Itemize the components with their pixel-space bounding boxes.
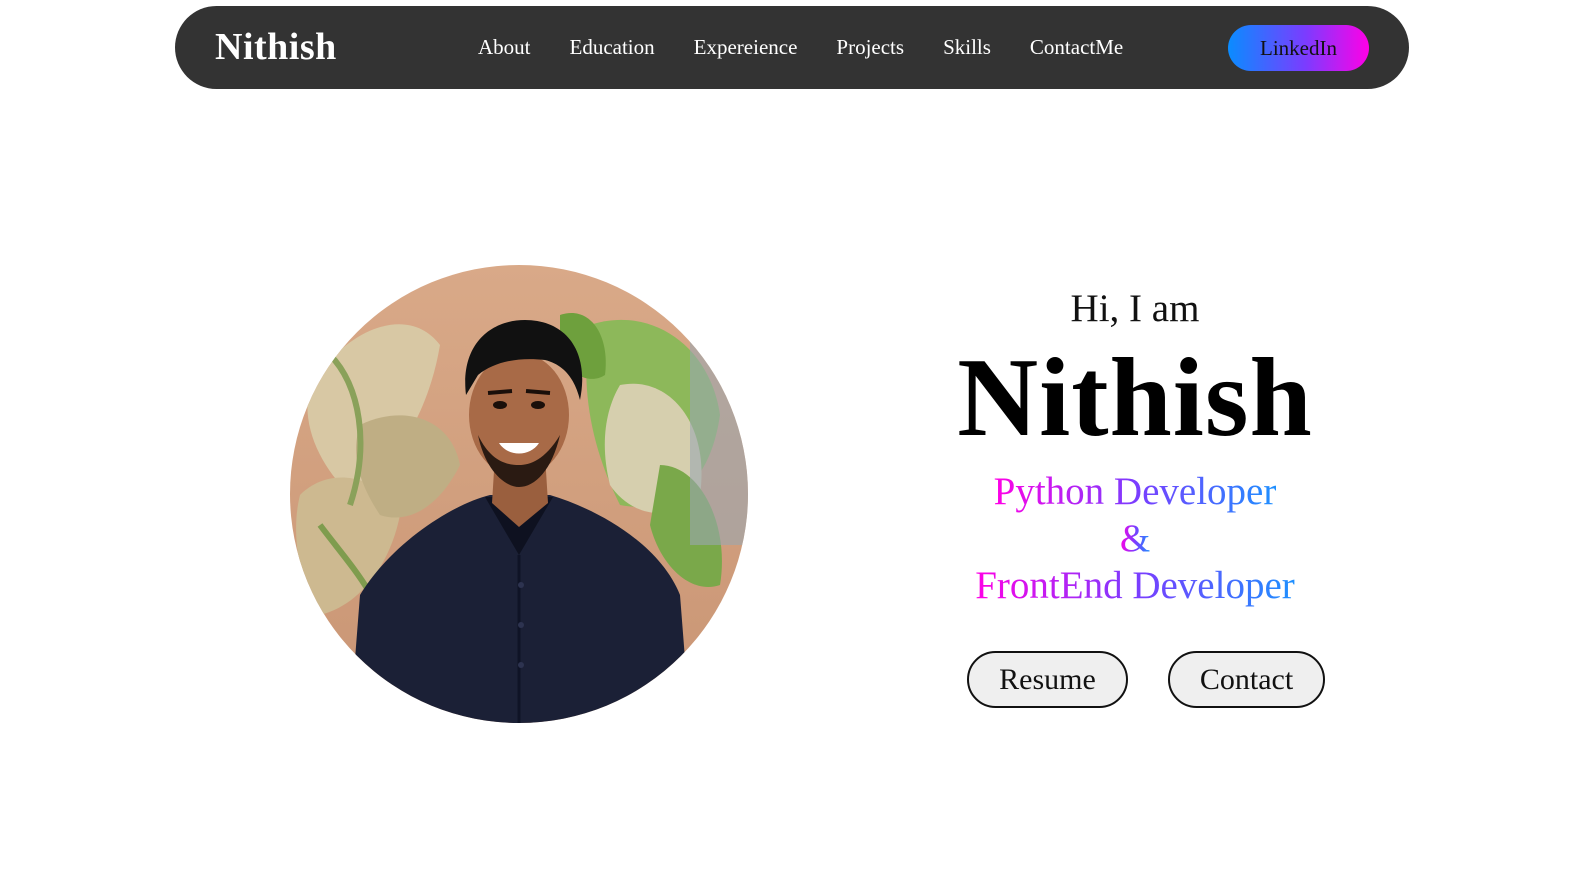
nav-item-projects[interactable]: Projects bbox=[836, 35, 904, 60]
role-separator: & bbox=[1119, 517, 1151, 560]
greeting-text: Hi, I am bbox=[1070, 287, 1200, 330]
navbar: Nithish About Education Expereience Proj… bbox=[175, 6, 1409, 89]
role-frontend: FrontEnd Developer bbox=[975, 564, 1295, 607]
linkedin-button[interactable]: LinkedIn bbox=[1228, 25, 1369, 71]
hero-text: Hi, I am Nithish Python Developer & Fron… bbox=[900, 280, 1370, 609]
nav-item-about[interactable]: About bbox=[478, 35, 531, 60]
nav-item-experience[interactable]: Expereience bbox=[694, 35, 798, 60]
role-python: Python Developer bbox=[993, 470, 1277, 513]
roles: Python Developer & FrontEnd Developer bbox=[900, 468, 1370, 609]
hero-buttons: Resume Contact bbox=[967, 651, 1325, 708]
nav-item-education[interactable]: Education bbox=[570, 35, 655, 60]
contact-button[interactable]: Contact bbox=[1168, 651, 1325, 708]
nav-item-contactme[interactable]: ContactMe bbox=[1030, 35, 1123, 60]
nav-links: About Education Expereience Projects Ski… bbox=[478, 6, 1123, 89]
hero-name: Nithish bbox=[957, 336, 1313, 460]
resume-button[interactable]: Resume bbox=[967, 651, 1128, 708]
avatar bbox=[290, 265, 748, 723]
brand-logo[interactable]: Nithish bbox=[215, 6, 337, 89]
nav-item-skills[interactable]: Skills bbox=[943, 35, 991, 60]
profile-photo-icon bbox=[290, 265, 748, 723]
